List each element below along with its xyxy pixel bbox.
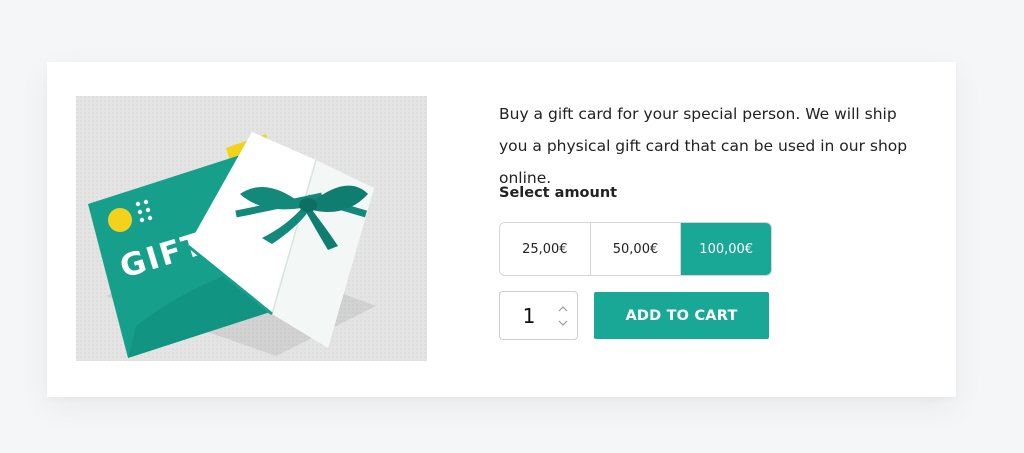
amount-option-50[interactable]: 50,00€ — [589, 223, 681, 275]
amount-selector: 25,00€ 50,00€ 100,00€ — [499, 222, 772, 276]
gift-card-illustration: GIFT CARD — [76, 96, 427, 361]
quantity-value[interactable]: 1 — [500, 292, 558, 339]
product-image: GIFT CARD — [76, 96, 427, 361]
product-card: GIFT CARD Buy a gift card for yo — [47, 62, 956, 397]
add-to-cart-button[interactable]: ADD TO CART — [594, 292, 769, 339]
select-amount-label: Select amount — [499, 185, 618, 201]
chevron-up-icon[interactable] — [557, 303, 569, 315]
chevron-down-icon[interactable] — [557, 317, 569, 329]
amount-option-100[interactable]: 100,00€ — [680, 223, 771, 275]
product-description: Buy a gift card for your special person.… — [499, 105, 908, 187]
quantity-stepper[interactable]: 1 — [499, 291, 578, 340]
amount-option-25[interactable]: 25,00€ — [500, 223, 590, 275]
